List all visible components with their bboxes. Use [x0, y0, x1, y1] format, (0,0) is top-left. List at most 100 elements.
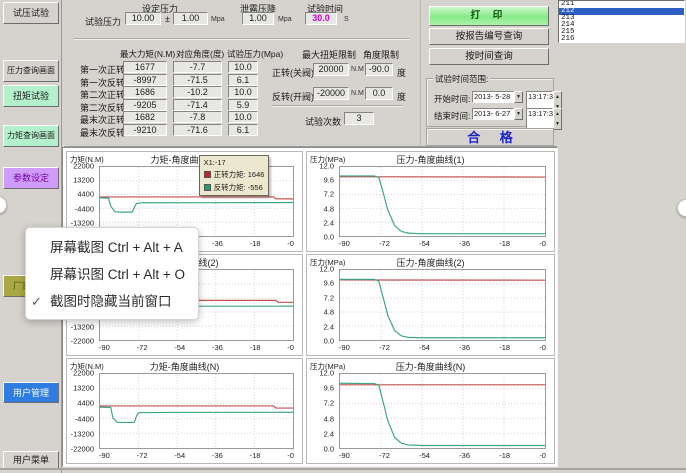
end-time-value[interactable]: 13:17:35	[526, 108, 553, 130]
report-list-item[interactable]: 215	[559, 29, 684, 36]
y-tick-label: 9.6	[324, 384, 334, 393]
x-tick-label: -18	[250, 239, 261, 250]
table-cell-angle: -7.8	[173, 111, 222, 123]
table-row-label: 第二次反转	[80, 101, 125, 114]
check-icon: ✓	[31, 288, 47, 315]
x-tick-label: -90	[339, 343, 350, 354]
x-tick-label: -90	[99, 343, 110, 354]
y-tick-label: 0.0	[324, 445, 334, 454]
chart-torque-angle-n: 力矩(N.M)力矩-角度曲线(N)22000132004400-4400-132…	[66, 358, 303, 464]
table-cell-torque: -9210	[123, 124, 167, 136]
x-tick-label: -36	[212, 239, 223, 250]
reverse-angle-field[interactable]: 0.0	[365, 87, 393, 100]
chart-title: 压力-角度曲线(N)	[307, 360, 554, 373]
menu-item-screen-ocr[interactable]: 屏幕识图 Ctrl + Alt + O	[26, 261, 198, 288]
forward-torque-field[interactable]: 20000	[313, 63, 349, 76]
leak-drop-field[interactable]: 1.00	[242, 12, 274, 25]
legend-swatch-icon	[204, 184, 211, 191]
start-date-value[interactable]: 2013- 5-28	[472, 91, 514, 103]
sidebar-item-param-setting[interactable]: 参数设定	[3, 167, 59, 189]
x-tick-label: -36	[459, 343, 470, 354]
x-tick-label: -0	[287, 343, 294, 354]
y-tick-label: 2.4	[324, 429, 334, 438]
menu-item-label: 屏幕截图 Ctrl + Alt + A	[50, 240, 183, 255]
x-tick-label: -18	[250, 343, 261, 354]
mpa-unit-label-2: Mpa	[278, 16, 292, 23]
test-pressure-field[interactable]: 10.00	[125, 12, 161, 25]
chart-plot-area	[99, 373, 294, 449]
end-date-combo[interactable]: 2013- 6-27 ▼	[472, 108, 523, 120]
sidebar-item-user-management[interactable]: 用户管理	[3, 382, 59, 403]
chart-y-tick-labels: 12.09.67.24.82.40.0	[307, 269, 337, 341]
end-time-label: 结束时间:	[434, 110, 470, 122]
legend-cursor-value: X1:-17	[204, 158, 265, 167]
legend-entry: 反转力矩: -556	[204, 182, 265, 193]
x-tick-label: -0	[287, 239, 294, 250]
query-by-report-button[interactable]: 按报告编号查询	[429, 28, 549, 45]
report-list-item[interactable]: 211	[559, 1, 684, 8]
y-tick-label: -4400	[75, 204, 94, 213]
chart-header: 压力(MPa)压力-角度曲线(1)	[307, 152, 554, 165]
report-list-item[interactable]: 212	[559, 8, 684, 15]
table-cell-angle: -71.6	[173, 124, 222, 136]
y-tick-label: 2.4	[324, 218, 334, 227]
chart-pressure-angle-2: 压力(MPa)压力-角度曲线(2)12.09.67.24.82.40.0-90-…	[306, 254, 555, 356]
table-cell-pressure: 6.1	[228, 74, 258, 86]
table-row-label: 第一次反转	[80, 76, 125, 89]
chart-title: 力矩-角度曲线(N)	[67, 360, 302, 373]
test-count-label: 试验次数	[305, 115, 341, 128]
forward-angle-field[interactable]: -90.0	[365, 63, 393, 76]
series-正转力矩	[100, 406, 293, 408]
legend-entry-text: 正转力矩: 1646	[214, 169, 265, 180]
sidebar-item-torque-test[interactable]: 扭矩试验	[3, 85, 59, 107]
print-button[interactable]: 打 印	[429, 6, 549, 26]
x-tick-label: -90	[339, 451, 350, 462]
table-cell-torque: -9205	[123, 99, 167, 111]
test-time-field[interactable]: 30.0	[305, 12, 337, 25]
report-list-item[interactable]: 213	[559, 15, 684, 22]
y-tick-label: 0.0	[324, 337, 334, 346]
torque-limit-header: 最大扭矩限制	[302, 48, 356, 61]
sidebar-item-pressure-query[interactable]: 压力查询画面	[3, 60, 59, 82]
menu-item-hide-window[interactable]: ✓ 截图时隐藏当前窗口	[26, 288, 198, 315]
x-tick-label: -18	[250, 451, 261, 462]
report-list-item[interactable]: 216	[559, 36, 684, 43]
y-tick-label: 4400	[77, 190, 94, 199]
start-date-combo[interactable]: 2013- 5-28 ▼	[472, 91, 523, 103]
result-status-badge: 合 格	[426, 128, 554, 146]
tolerance-field[interactable]: 1.00	[173, 12, 208, 25]
start-time-label: 开始时间:	[434, 93, 470, 105]
sidebar-item-torque-query[interactable]: 力矩查询画面	[3, 125, 59, 147]
x-tick-label: -90	[99, 451, 110, 462]
y-tick-label: 0.0	[324, 233, 334, 242]
chart-x-tick-labels: -90-72-54-36-18-0	[339, 239, 546, 250]
x-tick-label: -18	[499, 239, 510, 250]
y-tick-label: 13200	[73, 176, 94, 185]
end-date-value[interactable]: 2013- 6-27	[472, 108, 514, 120]
report-number-list[interactable]: 211212213214215216	[558, 0, 685, 43]
y-tick-label: 22000	[73, 162, 94, 171]
sidebar-item-pressure-test[interactable]: 试压试验	[3, 2, 59, 24]
test-count-field[interactable]: 3	[344, 112, 374, 125]
table-row-label: 第一次正转	[80, 63, 125, 76]
reverse-torque-field[interactable]: -20000	[313, 87, 349, 100]
x-tick-label: -90	[339, 239, 350, 250]
legend-entry: 正转力矩: 1646	[204, 169, 265, 180]
sidebar-item-user-menu[interactable]: 用户菜单	[3, 451, 59, 469]
query-by-time-button[interactable]: 按时间查询	[429, 48, 549, 65]
report-list-item[interactable]: 214	[559, 22, 684, 29]
menu-item-screen-capture[interactable]: 屏幕截图 Ctrl + Alt + A	[26, 234, 198, 261]
chart-pressure-angle-1: 压力(MPa)压力-角度曲线(1)12.09.67.24.82.40.0-90-…	[306, 151, 555, 252]
spinner-icon[interactable]: ▲▼	[553, 108, 562, 130]
y-tick-label: 12.0	[319, 162, 334, 171]
end-time-spinner[interactable]: 13:17:35 ▲▼	[526, 108, 562, 130]
chart-x-tick-labels: -90-72-54-36-18-0	[99, 343, 294, 354]
dropdown-arrow-icon[interactable]: ▼	[514, 91, 523, 103]
series-反转力矩	[100, 407, 293, 422]
table-cell-angle: -10.2	[173, 86, 222, 98]
test-pressure-label: 试验压力	[85, 15, 121, 28]
y-tick-label: 12.0	[319, 369, 334, 378]
overlay-handle-right[interactable]	[677, 199, 686, 217]
plus-minus-label: ±	[165, 14, 170, 24]
dropdown-arrow-icon[interactable]: ▼	[514, 108, 523, 120]
